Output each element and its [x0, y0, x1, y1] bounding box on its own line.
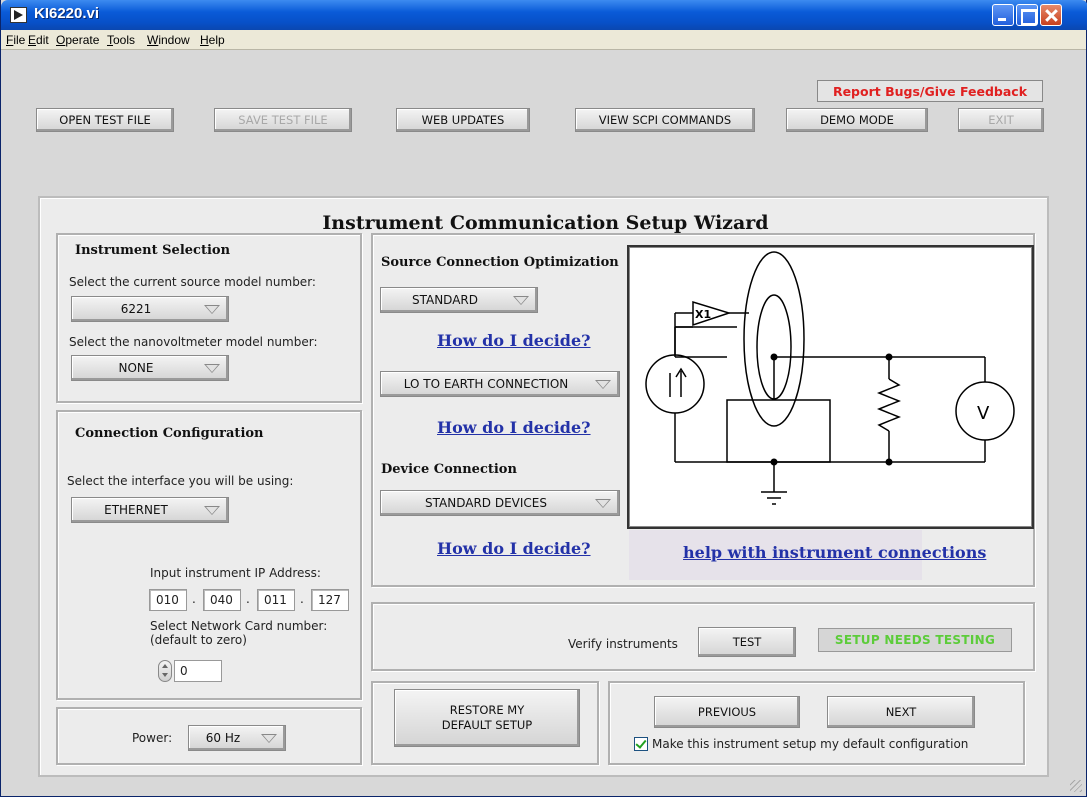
- maximize-button[interactable]: [1016, 4, 1038, 26]
- menu-window[interactable]: Window: [147, 33, 190, 47]
- nanovoltmeter-value: NONE: [118, 361, 154, 375]
- demo-mode-button[interactable]: DEMO MODE: [786, 108, 928, 132]
- current-source-dropdown[interactable]: 6221: [71, 296, 229, 322]
- help-instrument-connections-link[interactable]: help with instrument connections: [683, 543, 986, 562]
- device-connection-dropdown[interactable]: STANDARD DEVICES: [380, 490, 620, 516]
- menu-help[interactable]: Help: [200, 33, 225, 47]
- power-value: 60 Hz: [205, 731, 241, 745]
- chevron-down-icon: [204, 305, 220, 314]
- netcard-sublabel: (default to zero): [150, 633, 247, 647]
- chevron-down-icon: [204, 364, 220, 373]
- interface-value: ETHERNET: [104, 503, 168, 517]
- resize-grip-icon[interactable]: [1070, 780, 1082, 792]
- ip-separator: .: [300, 592, 304, 606]
- power-label: Power:: [132, 731, 173, 745]
- device-connection-title: Device Connection: [381, 462, 517, 477]
- source-connection-title: Source Connection Optimization: [381, 255, 619, 270]
- current-source-symbol: [645, 354, 705, 414]
- restore-default-setup-button[interactable]: RESTORE MY DEFAULT SETUP: [394, 689, 580, 747]
- ip-address-label: Input instrument IP Address:: [150, 566, 321, 580]
- nanovoltmeter-label: Select the nanovoltmeter model number:: [69, 335, 318, 349]
- open-test-file-button[interactable]: OPEN TEST FILE: [36, 108, 174, 132]
- chevron-down-icon: [261, 734, 277, 743]
- source-mode-dropdown[interactable]: STANDARD: [380, 287, 538, 313]
- save-test-file-button[interactable]: SAVE TEST FILE: [214, 108, 352, 132]
- restore-label-line1: RESTORE MY: [449, 703, 525, 717]
- ip-octet-3-input[interactable]: 011: [257, 589, 295, 611]
- ip-octet-4-input[interactable]: 127: [311, 589, 349, 611]
- device-connection-value: STANDARD DEVICES: [425, 496, 547, 510]
- restore-label-line2: DEFAULT SETUP: [441, 718, 533, 732]
- source-mode-value: STANDARD: [411, 293, 479, 307]
- chevron-down-icon: [595, 380, 611, 389]
- default-config-label: Make this instrument setup my default co…: [652, 737, 969, 751]
- test-button[interactable]: TEST: [698, 627, 796, 657]
- ip-separator: .: [246, 592, 250, 606]
- menu-tools[interactable]: Tools: [107, 33, 135, 47]
- how-decide-earth-link[interactable]: How do I decide?: [437, 418, 591, 437]
- circuit-schematic: X1 V: [645, 251, 1015, 505]
- interface-label: Select the interface you will be using:: [67, 474, 294, 488]
- lo-earth-value: LO TO EARTH CONNECTION: [403, 377, 569, 391]
- connection-configuration-panel: [56, 410, 362, 700]
- setup-status-indicator: SETUP NEEDS TESTING: [818, 628, 1012, 652]
- current-source-value: 6221: [120, 302, 152, 316]
- verify-label: Verify instruments: [568, 637, 678, 651]
- web-updates-button[interactable]: WEB UPDATES: [396, 108, 530, 132]
- default-config-checkbox[interactable]: [634, 737, 648, 751]
- app-window: KI6220.vi File Edit Operate Tools Window…: [0, 0, 1087, 797]
- instrument-selection-title: Instrument Selection: [75, 243, 231, 258]
- next-button[interactable]: NEXT: [827, 696, 975, 728]
- chevron-down-icon: [595, 499, 611, 508]
- exit-button[interactable]: EXIT: [958, 108, 1044, 132]
- connection-configuration-title: Connection Configuration: [75, 426, 264, 441]
- power-dropdown[interactable]: 60 Hz: [188, 725, 286, 751]
- report-bugs-button[interactable]: Report Bugs/Give Feedback: [817, 80, 1043, 102]
- labview-app-icon: [10, 7, 27, 23]
- menu-bar: File Edit Operate Tools Window Help: [1, 30, 1086, 50]
- how-decide-source-link[interactable]: How do I decide?: [437, 331, 591, 350]
- netcard-spinner[interactable]: [158, 660, 172, 682]
- menu-operate[interactable]: Operate: [56, 33, 99, 47]
- chevron-down-icon: [513, 296, 529, 305]
- buffer-label: X1: [695, 308, 711, 321]
- how-decide-device-link[interactable]: How do I decide?: [437, 539, 591, 558]
- interface-dropdown[interactable]: ETHERNET: [71, 497, 229, 523]
- close-button[interactable]: [1040, 4, 1062, 26]
- minimize-button[interactable]: [992, 4, 1014, 26]
- menu-edit[interactable]: Edit: [28, 33, 49, 47]
- nanovoltmeter-dropdown[interactable]: NONE: [71, 355, 229, 381]
- circuit-diagram: X1 V: [627, 245, 1034, 529]
- view-scpi-commands-button[interactable]: VIEW SCPI COMMANDS: [575, 108, 755, 132]
- title-bar: KI6220.vi: [1, 0, 1087, 30]
- window-title: KI6220.vi: [34, 5, 100, 22]
- ip-octet-2-input[interactable]: 040: [203, 589, 241, 611]
- ip-separator: .: [192, 592, 196, 606]
- voltmeter-label: V: [977, 403, 990, 424]
- ip-octet-1-input[interactable]: 010: [149, 589, 187, 611]
- menu-file[interactable]: File: [6, 33, 25, 47]
- wizard-title: Instrument Communication Setup Wizard: [322, 212, 769, 234]
- lo-earth-dropdown[interactable]: LO TO EARTH CONNECTION: [380, 371, 620, 397]
- netcard-label: Select Network Card number:: [150, 619, 328, 633]
- previous-button[interactable]: PREVIOUS: [654, 696, 800, 728]
- current-source-label: Select the current source model number:: [69, 275, 316, 289]
- chevron-down-icon: [204, 506, 220, 515]
- netcard-input[interactable]: 0: [174, 660, 222, 682]
